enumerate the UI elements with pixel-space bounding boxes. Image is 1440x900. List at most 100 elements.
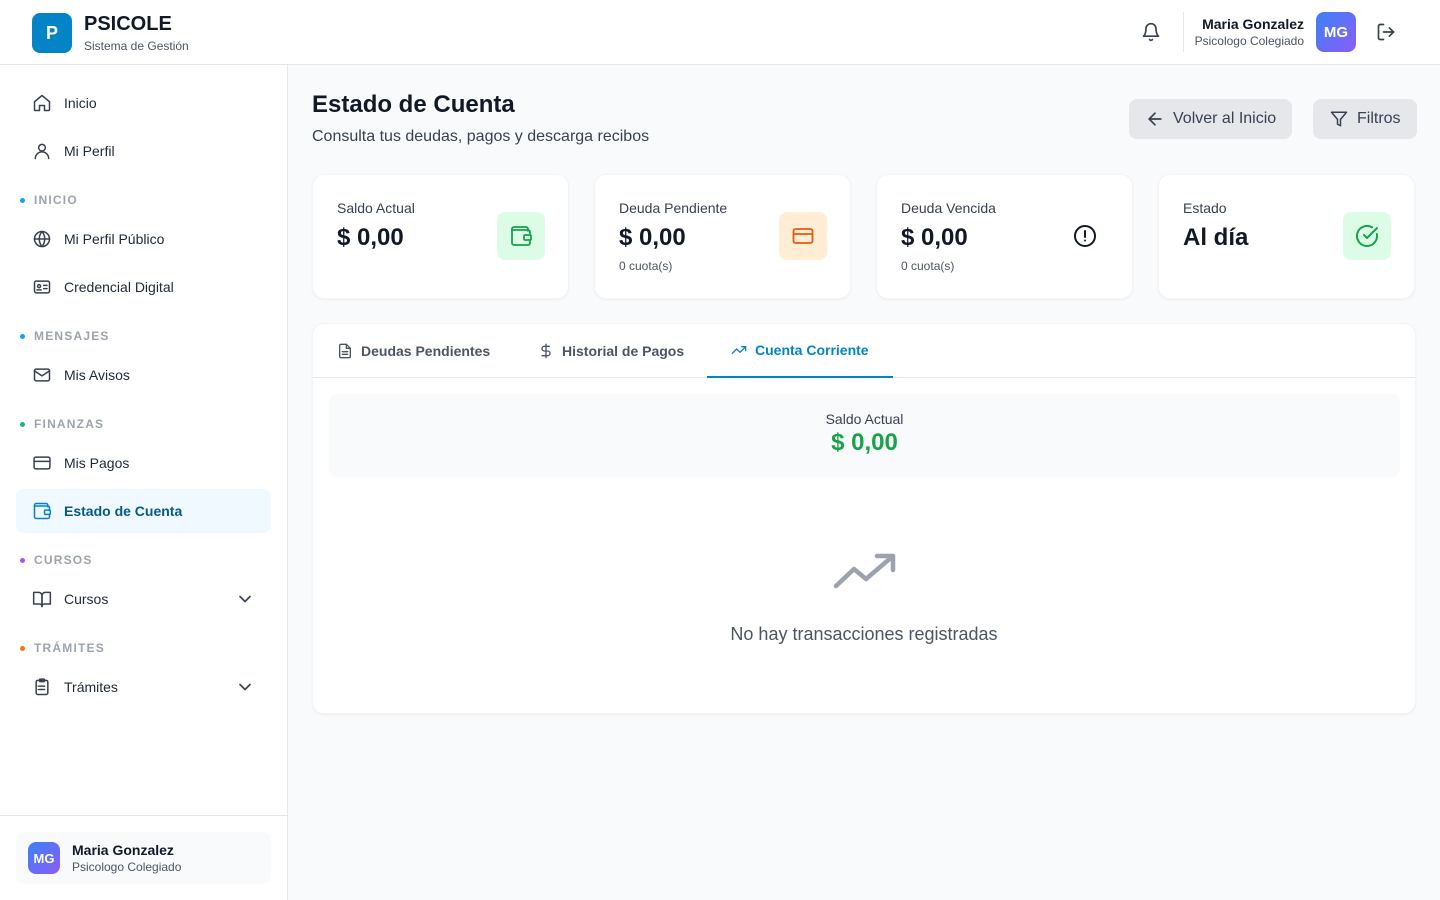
section-dot [20,557,25,563]
current-balance-box: Saldo Actual $ 0,00 [329,394,1400,477]
tab-label: Historial de Pagos [562,343,685,359]
section-title: INICIO [34,193,78,207]
filter-icon [1329,109,1349,129]
sidebar-item-label: Mis Avisos [64,367,130,383]
logout-button[interactable] [1368,14,1404,50]
clipboard-icon [32,677,52,697]
account-panel: Deudas Pendientes Historial de Pagos Cue… [312,323,1416,714]
balance-label: Saldo Actual [825,411,904,427]
stat-value: $ 0,00 [619,224,686,251]
tab-bar: Deudas Pendientes Historial de Pagos Cue… [313,324,1415,378]
globe-icon [32,229,52,249]
logout-icon [1377,23,1395,41]
header-user-info: Maria Gonzalez Psicologo Colegiado [1195,15,1304,49]
sidebar-item-perfil-publico[interactable]: Mi Perfil Público [16,217,271,261]
stat-card-estado: Estado Al día [1158,174,1415,299]
dollar-icon [538,343,554,359]
sidebar-item-credencial[interactable]: Credencial Digital [16,265,271,309]
sidebar-item-estado-cuenta[interactable]: Estado de Cuenta [16,489,271,533]
section-title: TRÁMITES [34,641,105,655]
main-content: Estado de Cuenta Consulta tus deudas, pa… [288,65,1440,900]
stat-value: $ 0,00 [337,224,404,251]
alert-circle-icon [1061,212,1109,260]
wallet-icon [497,212,545,260]
wallet-icon [32,501,52,521]
tab-cuenta-corriente[interactable]: Cuenta Corriente [707,324,893,378]
sidebar-item-label: Credencial Digital [64,279,174,295]
tab-label: Deudas Pendientes [361,343,491,359]
back-to-home-button[interactable]: Volver al Inicio [1129,99,1293,139]
id-card-icon [32,277,52,297]
section-tramites: TRÁMITES [20,641,105,655]
top-header: P PSICOLE Sistema de Gestión Maria Gonza… [0,0,1440,65]
arrow-left-icon [1145,109,1165,129]
section-inicio: INICIO [20,193,78,207]
tab-historial-pagos[interactable]: Historial de Pagos [514,324,708,378]
section-dot [20,333,25,339]
trending-up-icon [833,552,897,592]
sidebar: Inicio Mi Perfil INICIO Mi Perfil Públic… [0,65,288,900]
sidebar-item-mi-perfil[interactable]: Mi Perfil [16,129,271,173]
sidebar-item-label: Trámites [64,679,118,695]
section-title: CURSOS [34,553,93,567]
tab-deudas-pendientes[interactable]: Deudas Pendientes [313,324,514,378]
stat-card-deuda-pendiente: Deuda Pendiente $ 0,00 0 cuota(s) [594,174,851,299]
brand-subtitle: Sistema de Gestión [84,39,189,53]
brand-name: PSICOLE [84,13,172,35]
chevron-down-icon[interactable] [235,589,255,609]
filters-button[interactable]: Filtros [1313,99,1417,139]
tab-label: Cuenta Corriente [755,342,869,358]
credit-card-icon [32,453,52,473]
sidebar-item-label: Mi Perfil [64,143,115,159]
section-dot [20,197,25,203]
credit-card-icon [779,212,827,260]
brand-logo: P [32,13,72,53]
back-button-label: Volver al Inicio [1173,110,1277,127]
stat-label: Deuda Vencida [901,200,996,216]
home-icon [32,93,52,113]
mail-icon [32,365,52,385]
sidebar-footer: MG Maria Gonzalez Psicologo Colegiado [0,815,287,900]
brand[interactable]: P PSICOLE Sistema de Gestión [32,12,189,54]
sidebar-item-label: Cursos [64,591,109,607]
chevron-down-icon[interactable] [235,677,255,697]
avatar: MG [28,842,60,874]
sidebar-item-pagos[interactable]: Mis Pagos [16,441,271,485]
check-circle-icon [1343,212,1391,260]
stat-card-deuda-vencida: Deuda Vencida $ 0,00 0 cuota(s) [876,174,1133,299]
section-title: FINANZAS [34,417,105,431]
stat-sub: 0 cuota(s) [619,259,673,273]
sidebar-item-label: Mis Pagos [64,455,130,471]
stat-label: Deuda Pendiente [619,200,728,216]
section-mensajes: MENSAJES [20,329,110,343]
stat-value: $ 0,00 [901,224,968,251]
user-icon [32,141,52,161]
trending-up-icon [731,342,747,358]
section-title: MENSAJES [34,329,110,343]
header-user-name: Maria Gonzalez [1202,16,1304,32]
stat-card-saldo-actual: Saldo Actual $ 0,00 [312,174,569,299]
stat-sub: 0 cuota(s) [901,259,955,273]
page-title: Estado de Cuenta [312,91,515,118]
header-divider [1182,12,1184,52]
sidebar-item-label: Inicio [64,95,97,111]
sidebar-user-name: Maria Gonzalez [72,842,174,858]
stat-value: Al día [1183,224,1249,251]
sidebar-item-avisos[interactable]: Mis Avisos [16,353,271,397]
book-icon [32,589,52,609]
notifications-button[interactable] [1133,14,1169,50]
section-cursos: CURSOS [20,553,93,567]
balance-value: $ 0,00 [831,429,898,456]
avatar[interactable]: MG [1316,12,1356,52]
stat-label: Estado [1183,200,1227,216]
filters-button-label: Filtros [1357,110,1401,127]
sidebar-item-inicio[interactable]: Inicio [16,81,271,125]
sidebar-item-cursos[interactable]: Cursos [16,577,271,621]
file-text-icon [337,343,353,359]
sidebar-user-role: Psicologo Colegiado [72,860,182,874]
section-dot [20,421,25,427]
section-finanzas: FINANZAS [20,417,104,431]
empty-state-message: No hay transacciones registradas [730,624,998,644]
sidebar-item-tramites[interactable]: Trámites [16,665,271,709]
sidebar-user-card[interactable]: MG Maria Gonzalez Psicologo Colegiado [16,832,271,884]
